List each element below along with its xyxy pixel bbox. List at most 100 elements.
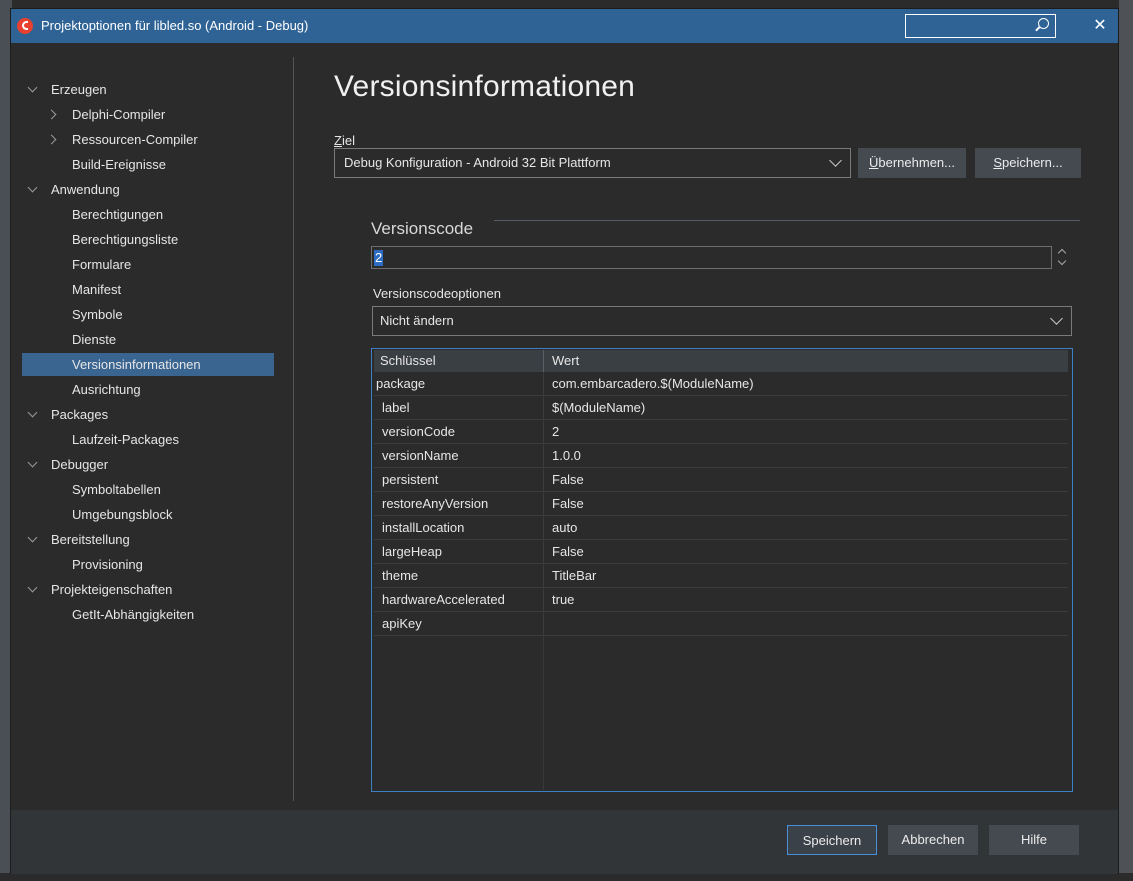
column-separator[interactable] xyxy=(543,350,544,372)
version-code-options-select[interactable]: Nicht ändern xyxy=(372,306,1072,336)
background-ide-right-edge xyxy=(1119,0,1133,881)
sidebar-item-berechtigungen[interactable]: Berechtigungen xyxy=(11,203,281,226)
sidebar-item-manifest[interactable]: Manifest xyxy=(11,278,281,301)
cancel-button[interactable]: Abbrechen xyxy=(888,825,978,855)
sidebar-item-projekteigenschaften[interactable]: Projekteigenschaften xyxy=(11,578,281,601)
dialog-title: Projektoptionen für libled.so (Android -… xyxy=(41,18,309,33)
chevron-down-icon[interactable] xyxy=(27,82,38,93)
sidebar-item-ressourcen-compiler[interactable]: Ressourcen-Compiler xyxy=(11,128,281,151)
chevron-down-icon xyxy=(829,154,842,167)
version-code-stepper[interactable] xyxy=(1054,246,1072,269)
sidebar-item-debugger[interactable]: Debugger xyxy=(11,453,281,476)
table-cell-value[interactable]: TitleBar xyxy=(552,568,596,583)
delphi-logo-icon xyxy=(17,18,33,34)
sidebar-item-label: Manifest xyxy=(72,282,122,297)
table-cell-value[interactable]: 1.0.0 xyxy=(552,448,581,463)
chevron-down-icon[interactable] xyxy=(27,407,38,418)
sidebar-item-erzeugen[interactable]: Erzeugen xyxy=(11,78,281,101)
background-ide-bottom-strip xyxy=(0,873,1133,881)
table-row[interactable]: restoreAnyVersion False xyxy=(374,493,1068,516)
sidebar-item-label: Bereitstellung xyxy=(51,532,130,547)
table-row[interactable]: theme TitleBar xyxy=(374,565,1068,588)
table-cell-value[interactable]: False xyxy=(552,472,584,487)
column-header-value[interactable]: Wert xyxy=(552,353,579,368)
sidebar-item-symboltabellen[interactable]: Symboltabellen xyxy=(11,478,281,501)
save-as-button-rest: peichern... xyxy=(1001,155,1063,170)
table-row[interactable]: hardwareAccelerated true xyxy=(374,589,1068,612)
cell-separator xyxy=(543,397,544,420)
table-cell-value[interactable]: False xyxy=(552,544,584,559)
save-as-button[interactable]: Speichern... xyxy=(975,148,1081,178)
search-icon[interactable] xyxy=(1038,18,1049,29)
sidebar-item-delphi-compiler[interactable]: Delphi-Compiler xyxy=(11,103,281,126)
sidebar-item-label: Debugger xyxy=(51,457,109,472)
close-button[interactable]: ✕ xyxy=(1090,16,1110,36)
sidebar-item-bereitstellung[interactable]: Bereitstellung xyxy=(11,528,281,551)
chevron-right-icon[interactable] xyxy=(46,109,57,120)
table-cell-value[interactable]: $(ModuleName) xyxy=(552,400,645,415)
sidebar-item-anwendung[interactable]: Anwendung xyxy=(11,178,281,201)
sidebar-item-formulare[interactable]: Formulare xyxy=(11,253,281,276)
sidebar-item-label: Provisioning xyxy=(72,557,143,572)
table-row[interactable]: versionCode 2 xyxy=(374,421,1068,444)
column-header-key[interactable]: Schlüssel xyxy=(380,353,436,368)
sidebar-item-symbole[interactable]: Symbole xyxy=(11,303,281,326)
table-row[interactable]: versionName 1.0.0 xyxy=(374,445,1068,468)
sidebar-item-getit-abhängigkeiten[interactable]: GetIt-Abhängigkeiten xyxy=(11,603,281,626)
sidebar-item-build-ereignisse[interactable]: Build-Ereignisse xyxy=(11,153,281,176)
chevron-down-icon[interactable] xyxy=(27,457,38,468)
table-cell-key: package xyxy=(376,376,426,391)
version-code-value: 2 xyxy=(374,250,384,266)
table-row[interactable]: package com.embarcadero.$(ModuleName) xyxy=(374,373,1068,396)
sidebar-item-label: Berechtigungen xyxy=(72,207,164,222)
table-cell-value[interactable]: False xyxy=(552,496,584,511)
version-code-group-title: Versionscode xyxy=(371,219,474,238)
table-row[interactable]: installLocation auto xyxy=(374,517,1068,540)
sidebar-item-berechtigungsliste[interactable]: Berechtigungsliste xyxy=(11,228,281,251)
cell-separator xyxy=(543,493,544,516)
target-config-select[interactable]: Debug Konfiguration - Android 32 Bit Pla… xyxy=(334,148,851,178)
cell-separator xyxy=(543,565,544,588)
table-cell-value[interactable]: true xyxy=(552,592,574,607)
table-row[interactable]: largeHeap False xyxy=(374,541,1068,564)
table-row[interactable]: apiKey xyxy=(374,613,1068,636)
chevron-down-icon[interactable] xyxy=(27,182,38,193)
sidebar-item-provisioning[interactable]: Provisioning xyxy=(11,553,281,576)
sidebar-item-umgebungsblock[interactable]: Umgebungsblock xyxy=(11,503,281,526)
version-code-input[interactable]: 2 xyxy=(371,246,1052,269)
sidebar-item-label: Erzeugen xyxy=(51,82,107,97)
table-row[interactable]: label $(ModuleName) xyxy=(374,397,1068,420)
sidebar-item-packages[interactable]: Packages xyxy=(11,403,281,426)
save-button[interactable]: Speichern xyxy=(787,825,877,855)
chevron-down-icon[interactable] xyxy=(27,532,38,543)
chevron-down-icon[interactable] xyxy=(1057,256,1067,266)
save-as-button-mnemonic: S xyxy=(993,155,1002,170)
sidebar-item-label: Projekteigenschaften xyxy=(51,582,173,597)
table-cell-key: installLocation xyxy=(382,520,465,535)
titlebar-search-input[interactable] xyxy=(905,14,1056,38)
help-button[interactable]: Hilfe xyxy=(989,825,1079,855)
sidebar-item-label: Formulare xyxy=(72,257,132,272)
sidebar-item-label: Laufzeit-Packages xyxy=(72,432,179,447)
chevron-right-icon[interactable] xyxy=(46,134,57,145)
table-cell-key: persistent xyxy=(382,472,439,487)
chevron-down-icon[interactable] xyxy=(27,582,38,593)
table-cell-value[interactable]: 2 xyxy=(552,424,559,439)
sidebar-item-dienste[interactable]: Dienste xyxy=(11,328,281,351)
sidebar-item-label: Anwendung xyxy=(51,182,120,197)
target-label-rest: iel xyxy=(341,133,355,148)
table-cell-key: largeHeap xyxy=(382,544,442,559)
sidebar-item-versionsinformationen[interactable]: Versionsinformationen xyxy=(22,353,274,376)
sidebar-item-laufzeit-packages[interactable]: Laufzeit-Packages xyxy=(11,428,281,451)
sidebar-item-ausrichtung[interactable]: Ausrichtung xyxy=(11,378,281,401)
table-row[interactable]: persistent False xyxy=(374,469,1068,492)
table-cell-value[interactable]: auto xyxy=(552,520,577,535)
sidebar-item-label: Berechtigungsliste xyxy=(72,232,179,247)
sidebar-item-label: Umgebungsblock xyxy=(72,507,173,522)
background-ide-strip xyxy=(0,0,1133,8)
group-divider xyxy=(494,220,1080,221)
apply-button[interactable]: Übernehmen... xyxy=(858,148,966,178)
sidebar-item-label: Symbole xyxy=(72,307,123,322)
cell-separator xyxy=(543,445,544,468)
table-cell-value[interactable]: com.embarcadero.$(ModuleName) xyxy=(552,376,754,391)
